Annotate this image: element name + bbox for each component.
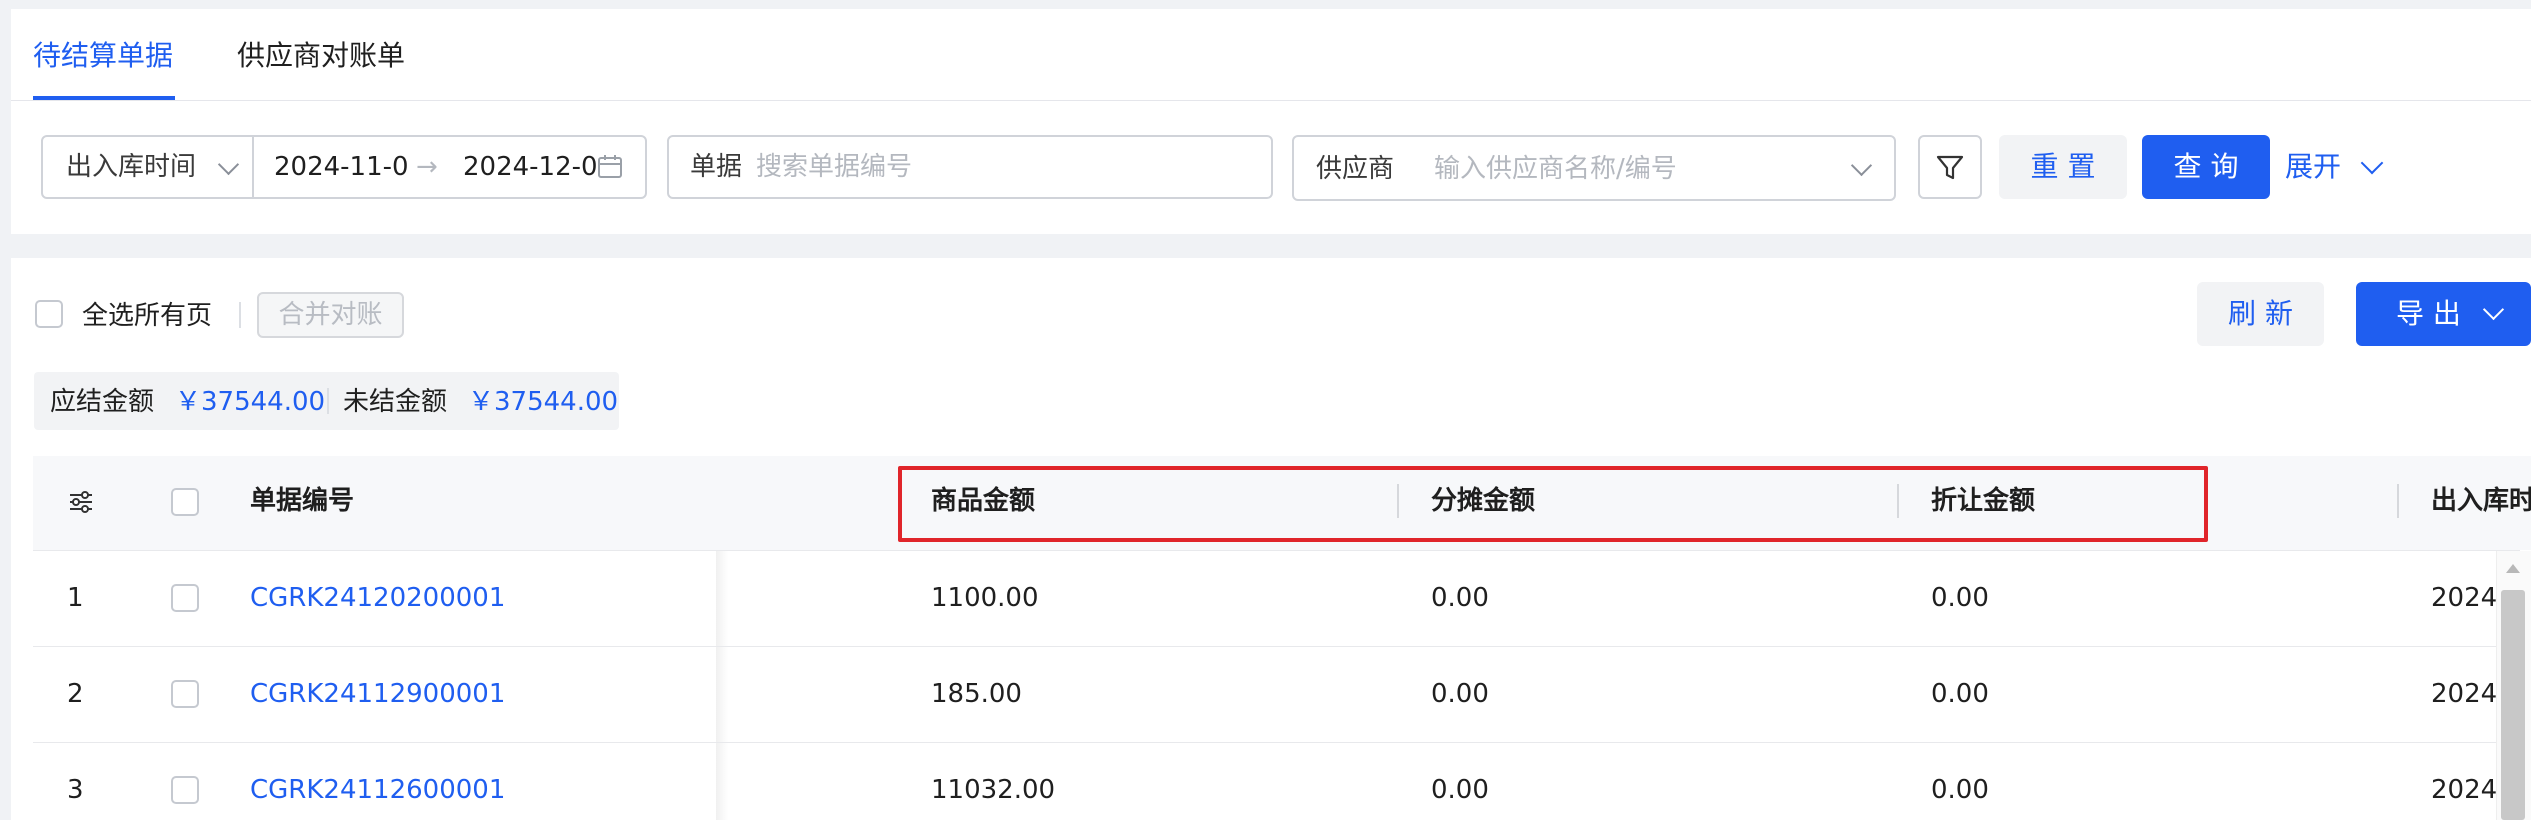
tab-active-underline — [33, 96, 175, 100]
discount-amount-cell: 0.00 — [1931, 583, 1989, 613]
date-start-input[interactable]: 2024-11-0 — [274, 150, 409, 184]
refresh-button[interactable]: 刷 新 — [2197, 282, 2324, 346]
row-index: 3 — [67, 775, 84, 805]
due-amount-value: ￥37544.00 — [175, 387, 326, 417]
doc-no-link[interactable]: CGRK24112600001 — [250, 773, 505, 807]
discount-amount-cell: 0.00 — [1931, 679, 1989, 709]
doc-search-placeholder[interactable]: 搜索单据编号 — [756, 150, 912, 184]
date-arrow: → — [416, 152, 438, 182]
expand-button[interactable]: 展开 — [2285, 150, 2341, 184]
select-all-checkbox[interactable] — [35, 300, 63, 328]
row-index: 1 — [67, 583, 84, 613]
allocation-amount-cell: 0.00 — [1431, 775, 1489, 805]
query-button[interactable]: 查 询 — [2142, 135, 2270, 199]
row-index: 2 — [67, 679, 84, 709]
tab-supplier-statement[interactable]: 供应商对账单 — [237, 38, 405, 74]
select-all-label: 全选所有页 — [82, 301, 213, 331]
column-header-doc-no[interactable]: 单据编号 — [250, 484, 354, 518]
row-checkbox[interactable] — [171, 680, 199, 708]
date-type-select[interactable]: 出入库时间 — [66, 150, 196, 184]
filter-icon — [1936, 155, 1964, 180]
summary-divider — [327, 388, 329, 414]
highlight-box — [898, 466, 2208, 542]
date-end-input[interactable]: 2024-12-0 — [463, 150, 598, 184]
goods-amount-cell: 1100.00 — [931, 583, 1039, 613]
scroll-up-icon[interactable] — [2503, 560, 2523, 576]
column-header-io-time[interactable]: 出入库时 — [2431, 484, 2531, 518]
doc-search-label: 单据 — [690, 152, 743, 182]
toolbar-divider — [239, 302, 241, 328]
merge-reconcile-button[interactable]: 合并对账 — [257, 292, 404, 338]
tab-divider — [11, 100, 2531, 101]
goods-amount-cell: 11032.00 — [931, 775, 1056, 805]
reset-button[interactable]: 重 置 — [1999, 135, 2127, 199]
discount-amount-cell: 0.00 — [1931, 775, 1989, 805]
due-amount-label: 应结金额 — [50, 387, 155, 417]
supplier-placeholder[interactable]: 输入供应商名称/编号 — [1434, 152, 1677, 186]
export-label: 导 出 — [2396, 297, 2461, 330]
unsettled-amount-value: ￥37544.00 — [468, 387, 619, 417]
doc-no-link[interactable]: CGRK24112900001 — [250, 677, 505, 711]
allocation-amount-cell: 0.00 — [1431, 679, 1489, 709]
header-select-checkbox[interactable] — [171, 488, 199, 516]
calendar-icon[interactable] — [597, 154, 623, 180]
tab-pending-settlement[interactable]: 待结算单据 — [33, 38, 173, 74]
allocation-amount-cell: 0.00 — [1431, 583, 1489, 613]
date-divider — [252, 137, 254, 197]
scrollbar-thumb[interactable] — [2501, 590, 2525, 820]
unsettled-amount-label: 未结金额 — [343, 387, 448, 417]
supplier-label: 供应商 — [1316, 154, 1395, 184]
column-settings-icon[interactable] — [67, 488, 95, 516]
goods-amount-cell: 185.00 — [931, 679, 1022, 709]
row-checkbox[interactable] — [171, 584, 199, 612]
column-divider[interactable] — [2397, 484, 2399, 518]
export-button[interactable]: 导 出 — [2356, 282, 2531, 346]
row-checkbox[interactable] — [171, 776, 199, 804]
doc-no-link[interactable]: CGRK24120200001 — [250, 581, 505, 615]
